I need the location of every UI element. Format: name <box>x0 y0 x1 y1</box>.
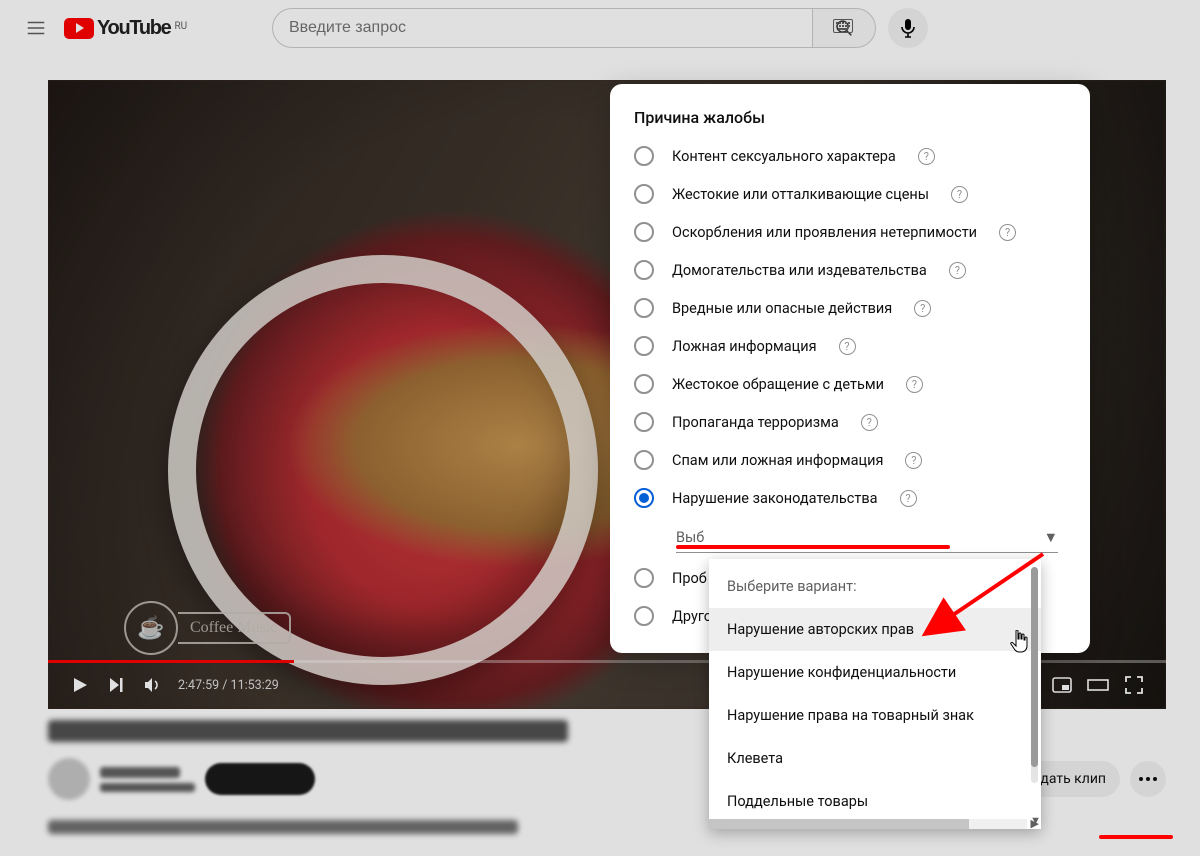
annotation-underline-2 <box>1099 835 1173 839</box>
report-option-5[interactable]: Ложная информация? <box>618 327 1082 365</box>
help-icon[interactable]: ? <box>905 452 922 469</box>
play-icon <box>71 676 89 694</box>
video-title-blurred <box>48 720 568 742</box>
help-icon[interactable]: ? <box>999 224 1016 241</box>
report-option-8[interactable]: Спам или ложная информация? <box>618 441 1082 479</box>
radio-icon <box>634 222 654 242</box>
next-button[interactable] <box>98 667 134 703</box>
channel-watermark: ☕ Coffee Music <box>124 601 291 655</box>
option-label: Оскорбления или проявления нетерпимости <box>672 224 977 241</box>
help-icon[interactable]: ? <box>861 414 878 431</box>
annotation-arrow <box>903 548 1053 648</box>
report-option-7[interactable]: Пропаганда терроризма? <box>618 403 1082 441</box>
dropdown-item-2[interactable]: Нарушение права на товарный знак <box>709 694 1041 737</box>
radio-icon <box>634 146 654 166</box>
report-option-0[interactable]: Контент сексуального характера? <box>618 137 1082 175</box>
radio-icon <box>634 374 654 394</box>
subscribe-button-blurred[interactable] <box>205 763 315 795</box>
youtube-logo[interactable]: YouTube RU <box>64 17 187 40</box>
report-option-6[interactable]: Жестокое обращение с детьми? <box>618 365 1082 403</box>
option-label: Нарушение законодательства <box>672 490 878 507</box>
dropdown-hscroll-right-icon[interactable]: ▶ <box>1031 817 1039 830</box>
option-label: Пропаганда терроризма <box>672 414 839 431</box>
radio-icon <box>634 606 654 626</box>
option-label: Вредные или опасные действия <box>672 300 892 317</box>
menu-button[interactable] <box>16 8 56 48</box>
sub-select-text: Выб <box>676 529 704 546</box>
description-blurred <box>48 820 518 834</box>
option-label: Жестокие или отталкивающие сцены <box>672 186 929 203</box>
region-code: RU <box>174 21 187 32</box>
option-label: Проб <box>672 570 707 587</box>
next-icon <box>107 676 125 694</box>
help-icon[interactable]: ? <box>951 186 968 203</box>
dropdown-item-1[interactable]: Нарушение конфиденциальности <box>709 651 1041 694</box>
miniplayer-icon <box>1052 677 1072 693</box>
dropdown-hscroll-thumb[interactable] <box>709 819 969 829</box>
voice-search-button[interactable] <box>888 8 928 48</box>
radio-icon <box>634 184 654 204</box>
topbar: YouTube RU <box>0 0 1200 56</box>
option-label: Домогательства или издевательства <box>672 262 927 279</box>
report-option-9[interactable]: Нарушение законодательства? <box>618 479 1082 517</box>
report-option-2[interactable]: Оскорбления или проявления нетерпимости? <box>618 213 1082 251</box>
radio-icon <box>634 450 654 470</box>
coffee-cup-icon: ☕ <box>124 601 178 655</box>
more-actions-button[interactable] <box>1130 761 1166 797</box>
keyboard-icon[interactable] <box>833 18 853 38</box>
search-form <box>272 8 928 48</box>
radio-icon <box>634 488 654 508</box>
dropdown-item-4[interactable]: Поддельные товары <box>709 780 1041 823</box>
volume-button[interactable] <box>134 667 170 703</box>
help-icon[interactable]: ? <box>839 338 856 355</box>
cursor-pointer-icon <box>1010 630 1030 659</box>
youtube-play-icon <box>64 18 94 39</box>
report-option-4[interactable]: Вредные или опасные действия? <box>618 289 1082 327</box>
subscriber-count-blurred <box>100 783 195 792</box>
radio-icon <box>634 412 654 432</box>
help-icon[interactable]: ? <box>900 490 917 507</box>
more-icon <box>1139 777 1157 781</box>
radio-icon <box>634 336 654 356</box>
play-button[interactable] <box>62 667 98 703</box>
report-option-3[interactable]: Домогательства или издевательства? <box>618 251 1082 289</box>
option-label: Спам или ложная информация <box>672 452 883 469</box>
dropdown-item-3[interactable]: Клевета <box>709 737 1041 780</box>
radio-icon <box>634 568 654 588</box>
volume-icon <box>142 675 162 695</box>
fullscreen-icon <box>1125 676 1143 694</box>
mic-icon <box>900 18 916 38</box>
miniplayer-button[interactable] <box>1044 667 1080 703</box>
option-label: Ложная информация <box>672 338 817 355</box>
chevron-down-icon: ▼ <box>1044 529 1058 546</box>
help-icon[interactable]: ? <box>914 300 931 317</box>
menu-icon <box>25 17 47 39</box>
radio-icon <box>634 260 654 280</box>
theater-icon <box>1087 677 1109 693</box>
channel-name-blurred <box>100 767 180 778</box>
help-icon[interactable]: ? <box>918 148 935 165</box>
report-option-1[interactable]: Жестокие или отталкивающие сцены? <box>618 175 1082 213</box>
channel-avatar[interactable] <box>48 758 90 800</box>
youtube-logo-text: YouTube <box>97 17 170 40</box>
fullscreen-button[interactable] <box>1116 667 1152 703</box>
help-icon[interactable]: ? <box>906 376 923 393</box>
option-label: Контент сексуального характера <box>672 148 896 165</box>
theater-button[interactable] <box>1080 667 1116 703</box>
option-label: Жестокое обращение с детьми <box>672 376 884 393</box>
watermark-text: Coffee Music <box>178 612 291 644</box>
time-display: 2:47:59 / 11:53:29 <box>178 678 279 693</box>
dialog-title: Причина жалобы <box>610 108 1090 133</box>
search-input[interactable] <box>272 8 812 48</box>
help-icon[interactable]: ? <box>949 262 966 279</box>
radio-icon <box>634 298 654 318</box>
